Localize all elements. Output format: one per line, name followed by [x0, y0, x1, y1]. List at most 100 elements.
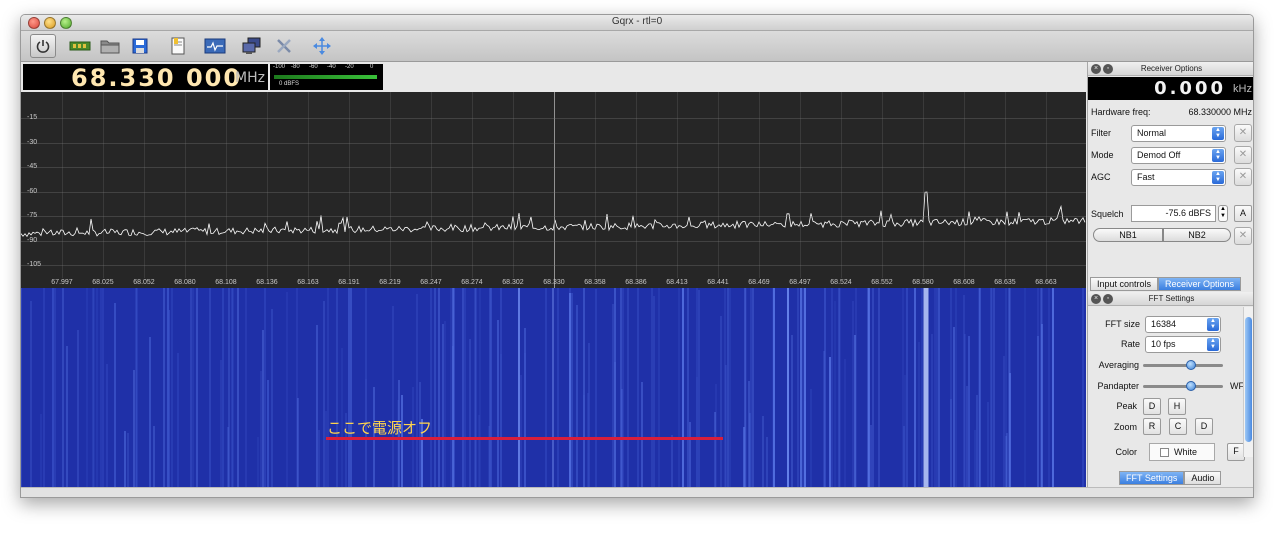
frequency-display[interactable]: 68.330 000 MHz	[23, 64, 268, 92]
squelch-input[interactable]: -75.6 dBFS	[1131, 205, 1216, 222]
fullscreen-button[interactable]	[309, 34, 335, 58]
spectrum-gridline	[554, 92, 555, 278]
white-checkbox[interactable]	[1160, 448, 1169, 457]
filter-select[interactable]: Normal ▲ ▼	[1131, 125, 1226, 142]
spectrum-gridline	[513, 92, 514, 278]
agc-options-button[interactable]: ✕	[1234, 168, 1252, 186]
rate-label: Rate	[1120, 339, 1140, 349]
annotation-underline	[326, 437, 723, 440]
power-icon	[36, 40, 50, 53]
mode-select[interactable]: Demod Off ▲ ▼	[1131, 147, 1226, 164]
spectrum-x-label: 68.136	[256, 279, 278, 286]
agc-select[interactable]: Fast ▲ ▼	[1131, 169, 1226, 186]
peak-detect-button[interactable]: D	[1143, 398, 1161, 415]
spectrum-y-label: -90	[27, 236, 38, 244]
tab-audio[interactable]: Audio	[1184, 471, 1222, 485]
fft-size-label: FFT size	[1105, 319, 1140, 329]
nb1-button[interactable]: NB1	[1093, 228, 1163, 242]
spectrum-gridline	[759, 92, 760, 278]
zoom-label: Zoom	[1113, 422, 1137, 432]
tab-receiver-options[interactable]: Receiver Options	[1158, 277, 1242, 291]
spectrum-trace-line	[21, 191, 1086, 238]
spectrum-gridline	[800, 92, 801, 278]
squelch-auto-button[interactable]: A	[1234, 205, 1252, 222]
open-button[interactable]	[97, 34, 123, 58]
squelch-label: Squelch	[1091, 209, 1124, 219]
open-folder-icon	[100, 40, 120, 54]
averaging-slider-handle[interactable]	[1186, 360, 1196, 370]
spectrum-x-label: 68.052	[133, 279, 155, 286]
spectrum-x-label: 68.219	[379, 279, 401, 286]
waterfall-signal	[923, 288, 929, 487]
zoom-reset-button[interactable]: R	[1143, 418, 1161, 435]
window-title: Gqrx - rtl=0	[611, 16, 663, 27]
tab-input-controls[interactable]: Input controls	[1090, 277, 1159, 291]
io-devices-button[interactable]	[67, 34, 93, 58]
title-bar: Gqrx - rtl=0	[21, 15, 1253, 31]
save-button[interactable]	[127, 34, 153, 58]
spectrum-y-label: -45	[27, 163, 38, 170]
updown-arrows-icon: ▲ ▼	[1212, 149, 1224, 162]
averaging-slider[interactable]	[1143, 360, 1223, 370]
filter-options-button[interactable]: ✕	[1234, 124, 1252, 142]
spectrum-gridline	[636, 92, 637, 278]
meter-tick: -100	[273, 64, 286, 70]
frequency-digits[interactable]: 68.330 000	[71, 64, 242, 92]
edit-button[interactable]	[165, 34, 191, 58]
waterfall-lines	[21, 288, 1084, 487]
tools-icon: ✕	[1238, 171, 1248, 182]
spectrum-x-label: 68.524	[830, 279, 852, 286]
spectrum-gridline	[718, 92, 719, 278]
tools-icon: ✕	[1238, 149, 1248, 160]
fft-settings-header: × ◦ FFT Settings	[1088, 292, 1253, 306]
spectrum-x-label: 68.580	[912, 279, 934, 286]
spectrum-x-label: 68.302	[502, 279, 524, 286]
nb-options-button[interactable]: ✕	[1234, 227, 1252, 245]
mode-options-button[interactable]: ✕	[1234, 146, 1252, 164]
spectrum-gridline	[964, 92, 965, 278]
spectrum-x-label: 67.997	[51, 279, 73, 286]
tab-fft-settings[interactable]: FFT Settings	[1119, 471, 1185, 485]
spectrum-y-label: -60	[27, 187, 38, 195]
scrollbar-thumb[interactable]	[1245, 317, 1252, 442]
power-button[interactable]	[30, 34, 56, 58]
offset-digits[interactable]: 0.000	[1154, 78, 1226, 99]
spectrum-plot[interactable]: -15 -30 -45 -60 -75 -90 -105 67.997 68.025 68.052…	[21, 92, 1086, 288]
tools-icon	[277, 39, 291, 53]
pandapter-slider[interactable]	[1143, 381, 1223, 391]
spectrum-x-label: 68.163	[297, 279, 319, 286]
spectrum-gridline	[431, 92, 432, 278]
fft-size-value: 16384	[1151, 319, 1177, 329]
spectrum-x-label: 68.552	[871, 279, 893, 286]
remote-control-button[interactable]	[239, 34, 265, 58]
receiver-tabs: Input controls Receiver Options	[1090, 277, 1242, 291]
spectrum-y-label: -105	[27, 261, 42, 268]
meter-tick: 0	[370, 64, 374, 70]
rate-select[interactable]: 10 fps ▲ ▼	[1145, 336, 1221, 353]
tools-button[interactable]	[271, 34, 297, 58]
updown-arrows-icon: ▲ ▼	[1207, 318, 1219, 331]
zoom-demod-button[interactable]: D	[1195, 418, 1213, 435]
spectrum-x-label: 68.274	[461, 279, 483, 286]
squelch-spinner[interactable]: ▲ ▼	[1218, 205, 1228, 222]
updown-arrows-icon: ▲ ▼	[1207, 338, 1219, 351]
frequency-bar: 68.330 000 MHz -100 -80 -60 -40 -20 0 0 …	[21, 62, 1086, 92]
meter-tick: -20	[345, 64, 354, 70]
color-white-button[interactable]: White	[1149, 443, 1215, 461]
spectrum-gridline	[62, 92, 63, 278]
fft-settings-scrollbar[interactable]	[1243, 307, 1253, 457]
waterfall-plot[interactable]: ここで電源オフ	[21, 288, 1086, 487]
spectrum-x-label: 68.497	[789, 279, 811, 286]
peak-hold-button[interactable]: H	[1168, 398, 1186, 415]
nb2-button[interactable]: NB2	[1163, 228, 1231, 242]
network-icon	[242, 37, 261, 54]
rate-value: 10 fps	[1151, 339, 1176, 349]
offset-unit: kHz	[1233, 83, 1252, 95]
filter-value: Normal	[1137, 128, 1167, 138]
offset-frequency-display[interactable]: 0.000 kHz	[1088, 77, 1253, 100]
pandapter-slider-handle[interactable]	[1186, 381, 1196, 391]
zoom-center-button[interactable]: C	[1169, 418, 1187, 435]
spectrum-gridline	[185, 92, 186, 278]
display-settings-button[interactable]	[202, 34, 228, 58]
fft-size-select[interactable]: 16384 ▲ ▼	[1145, 316, 1221, 333]
